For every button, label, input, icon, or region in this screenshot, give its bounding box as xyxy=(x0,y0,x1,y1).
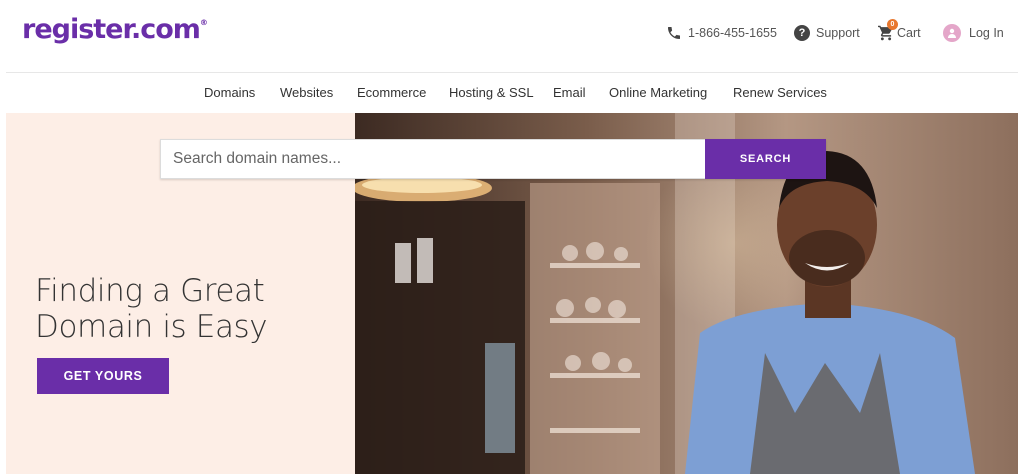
hero-headline-line2: Domain is Easy xyxy=(35,309,268,345)
main-nav: Domains Websites Ecommerce Hosting & SSL… xyxy=(0,73,1024,113)
login-label: Log In xyxy=(969,26,1004,40)
help-circle-icon: ? xyxy=(794,25,810,41)
get-yours-button[interactable]: GET YOURS xyxy=(37,358,169,394)
phone-link[interactable]: 1-866-455-1655 xyxy=(666,0,777,66)
nav-item-email[interactable]: Email xyxy=(553,85,586,100)
nav-item-hosting-ssl[interactable]: Hosting & SSL xyxy=(449,85,534,100)
site-header: register.com® 1-866-455-1655 ? Support 0… xyxy=(0,0,1024,72)
domain-search-input[interactable] xyxy=(160,139,705,179)
domain-search: SEARCH xyxy=(160,139,826,179)
cart-count-badge: 0 xyxy=(887,19,898,30)
login-link[interactable]: Log In xyxy=(943,0,1004,66)
support-label: Support xyxy=(816,26,860,40)
user-avatar-icon xyxy=(943,24,961,42)
nav-item-renew-services[interactable]: Renew Services xyxy=(733,85,827,100)
nav-item-domains[interactable]: Domains xyxy=(204,85,255,100)
phone-number: 1-866-455-1655 xyxy=(688,26,777,40)
search-button[interactable]: SEARCH xyxy=(705,139,826,179)
nav-item-online-marketing[interactable]: Online Marketing xyxy=(609,85,707,100)
cart-link[interactable]: 0 Cart xyxy=(877,0,921,66)
cart-icon: 0 xyxy=(877,19,898,41)
logo-text: register.com xyxy=(22,14,201,45)
nav-item-websites[interactable]: Websites xyxy=(280,85,333,100)
register-logo[interactable]: register.com® xyxy=(22,14,208,45)
phone-icon xyxy=(666,25,682,41)
hero-headline-line1: Finding a Great xyxy=(35,273,265,309)
hero-headline: Finding a Great Domain is Easy xyxy=(35,273,355,345)
registered-mark: ® xyxy=(199,18,208,27)
support-link[interactable]: ? Support xyxy=(794,0,860,66)
cart-label: Cart xyxy=(897,26,921,40)
nav-item-ecommerce[interactable]: Ecommerce xyxy=(357,85,426,100)
